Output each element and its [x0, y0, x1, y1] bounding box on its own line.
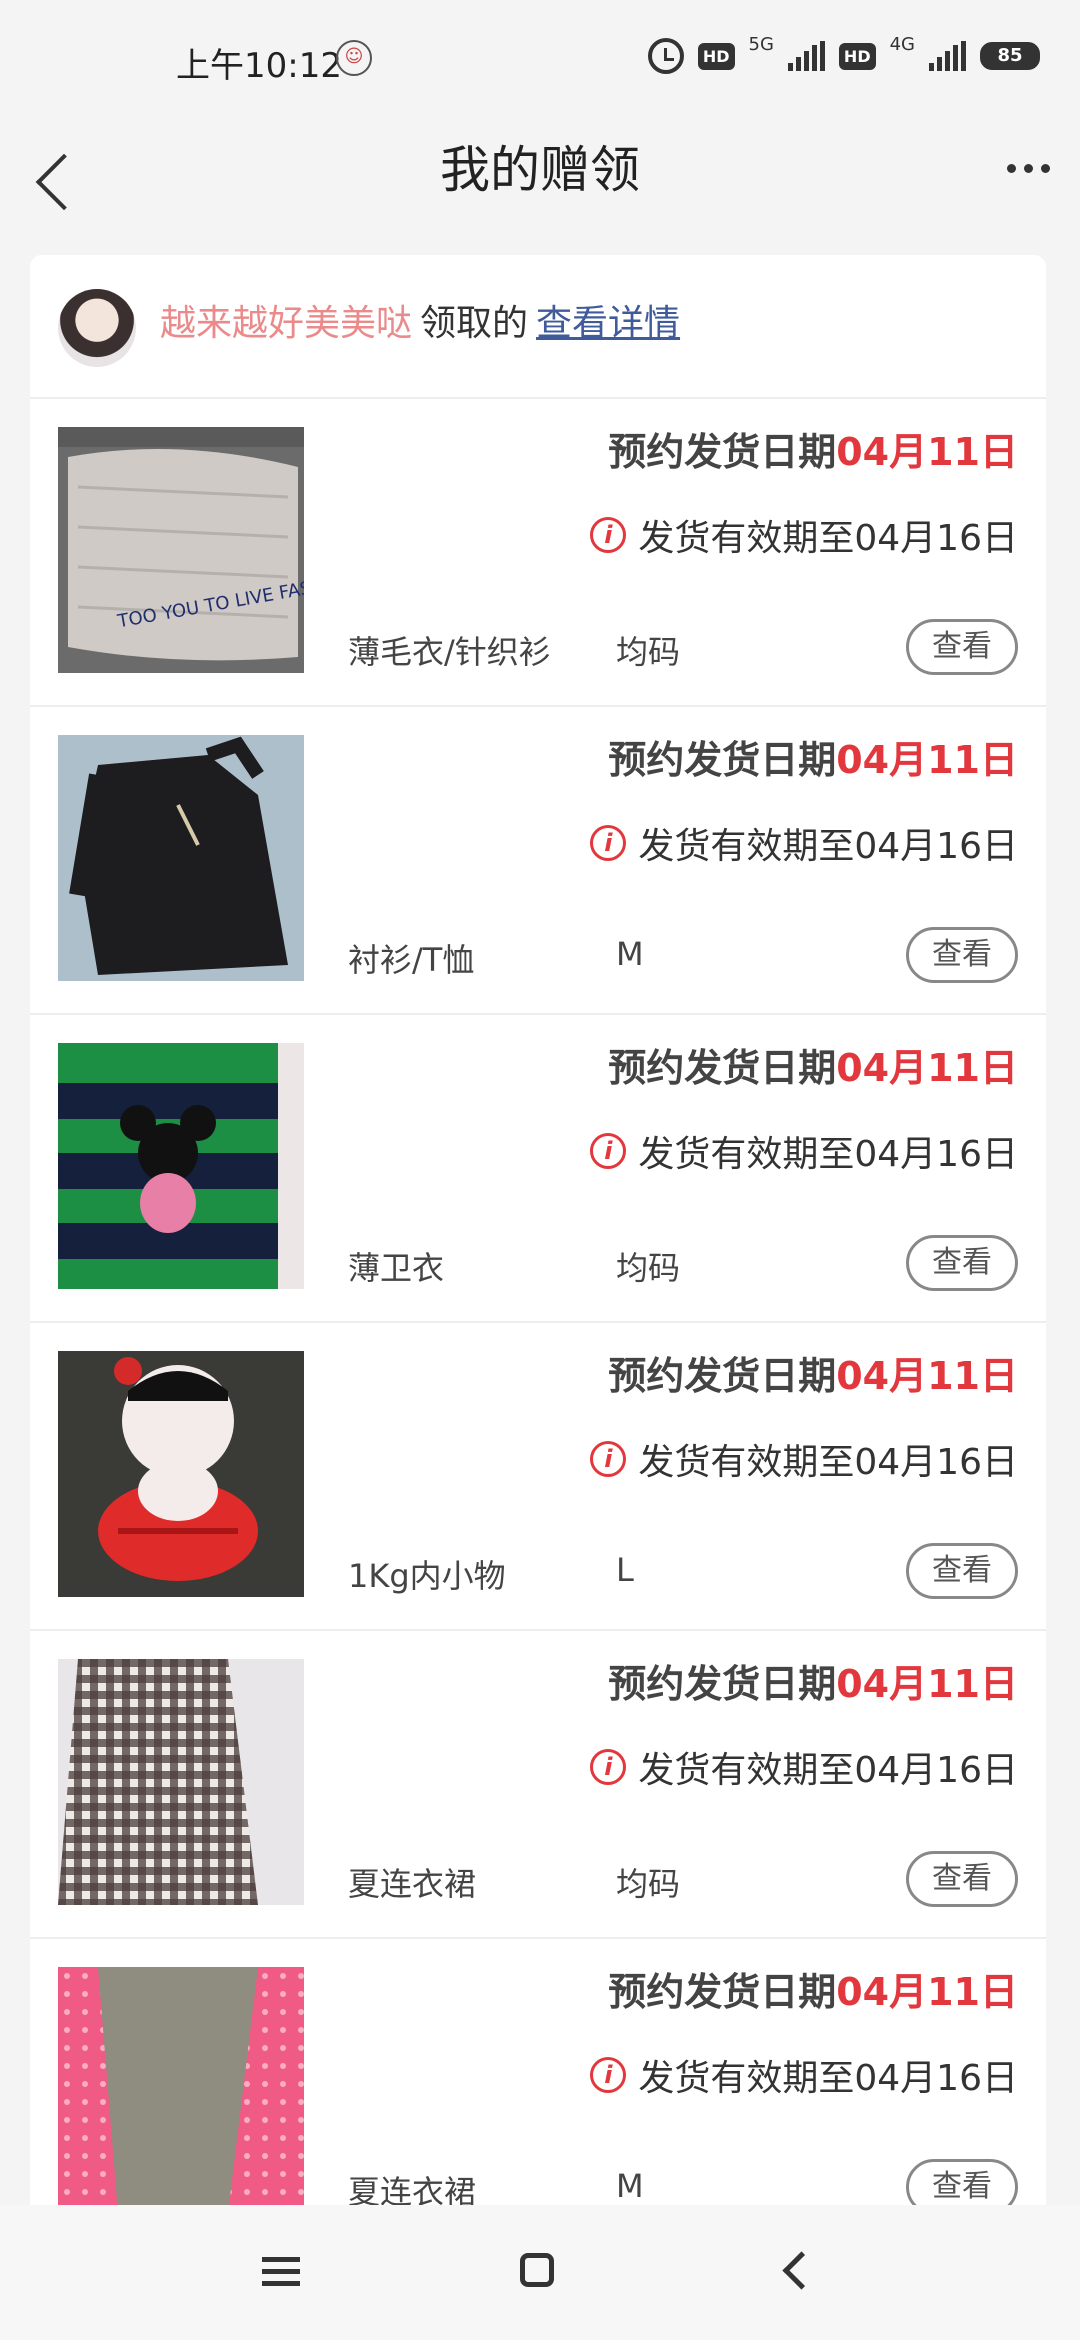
item-category: 1Kg内小物 [348, 1557, 506, 1595]
info-icon: i [590, 1441, 627, 1477]
ship-date: 预约发货日期04月11日 [608, 430, 1018, 474]
list-item[interactable]: 预约发货日期04月11日 i 发货有效期至04月16日 衬衫/T恤 M 查看 [30, 707, 1046, 1015]
view-button[interactable]: 查看 [906, 1235, 1018, 1291]
valid-period: i 发货有效期至04月16日 [590, 817, 1018, 869]
page-title: 我的赠领 [440, 141, 640, 199]
list-item[interactable]: 预约发货日期04月11日 i 发货有效期至04月16日 夏连衣裙 均码 查看 [30, 1631, 1046, 1939]
info-icon: i [590, 825, 627, 861]
ship-date: 预约发货日期04月11日 [608, 1046, 1018, 1090]
giver-name[interactable]: 越来越好美美哒 [160, 303, 412, 344]
item-category: 夏连衣裙 [348, 1865, 477, 1903]
item-category: 薄卫衣 [348, 1249, 445, 1287]
valid-period: i 发货有效期至04月16日 [590, 1125, 1018, 1177]
battery-icon: 85 [980, 42, 1040, 70]
list-item[interactable]: 预约发货日期04月11日 i 发货有效期至04月16日 1Kg内小物 L 查看 [30, 1323, 1046, 1631]
item-category: 薄毛衣/针织衫 [348, 633, 551, 671]
giver-action: 领取的 [420, 303, 529, 344]
valid-period: i 发货有效期至04月16日 [590, 509, 1018, 561]
system-back-icon[interactable] [780, 2255, 808, 2283]
view-button[interactable]: 查看 [906, 619, 1018, 675]
list-item[interactable]: 预约发货日期04月11日 i 发货有效期至04月16日 夏连衣裙 M 查看 [30, 1939, 1046, 2247]
view-details-link[interactable]: 查看详情 [536, 303, 680, 344]
system-nav-bar [0, 2205, 1080, 2340]
item-size: 均码 [616, 1249, 681, 1287]
valid-period: i 发货有效期至04月16日 [590, 1433, 1018, 1485]
valid-period: i 发货有效期至04月16日 [590, 1741, 1018, 1793]
info-icon: i [590, 517, 627, 553]
status-time: 上午10:12 [176, 46, 342, 86]
view-button[interactable]: 查看 [906, 1851, 1018, 1907]
alarm-icon [647, 38, 684, 74]
emoji-notification-icon: ☺ [336, 40, 372, 76]
signal-icon-2 [929, 41, 966, 71]
valid-period: i 发货有效期至04月16日 [590, 2049, 1018, 2101]
list-item[interactable]: TOO YOU TO LIVE FAST 预约发货日期04月11日 i 发货有效期… [30, 399, 1046, 707]
more-options-icon[interactable] [998, 148, 1058, 188]
status-bar: 上午10:12 ☺ HD 5G HD 4G 85 [0, 0, 1080, 110]
ship-date: 预约发货日期04月11日 [608, 1354, 1018, 1398]
info-icon: i [590, 2057, 627, 2093]
view-button[interactable]: 查看 [906, 927, 1018, 983]
item-category: 衬衫/T恤 [348, 941, 475, 979]
network-4g-label: 4G [889, 33, 915, 55]
product-thumbnail[interactable] [58, 1659, 304, 1905]
app-header: 我的赠领 [0, 110, 1080, 260]
gift-card: 越来越好美美哒 领取的 查看详情 TOO YOU TO LIVE FAST 预约发货… [30, 255, 1046, 2255]
ship-date: 预约发货日期04月11日 [608, 1970, 1018, 2014]
product-thumbnail[interactable] [58, 1043, 304, 1289]
giver-line: 越来越好美美哒 领取的 查看详情 [160, 299, 680, 349]
hd-icon: HD [697, 42, 735, 70]
product-thumbnail[interactable] [58, 735, 304, 981]
home-icon[interactable] [520, 2253, 554, 2287]
item-size: M [616, 2167, 644, 2205]
info-icon: i [590, 1133, 627, 1169]
view-button[interactable]: 查看 [906, 1543, 1018, 1599]
product-thumbnail[interactable] [58, 1351, 304, 1597]
item-size: L [616, 1551, 634, 1589]
ship-date: 预约发货日期04月11日 [608, 1662, 1018, 1706]
recent-apps-icon[interactable] [262, 2257, 300, 2287]
info-icon: i [590, 1749, 627, 1785]
product-thumbnail[interactable] [58, 1967, 304, 2213]
ship-date: 预约发货日期04月11日 [608, 738, 1018, 782]
list-item[interactable]: 预约发货日期04月11日 i 发货有效期至04月16日 薄卫衣 均码 查看 [30, 1015, 1046, 1323]
giver-row: 越来越好美美哒 领取的 查看详情 [30, 255, 1046, 399]
avatar[interactable] [58, 289, 136, 367]
item-size: 均码 [616, 1865, 681, 1903]
product-thumbnail[interactable]: TOO YOU TO LIVE FAST [58, 427, 304, 673]
hd-icon-2: HD [838, 42, 876, 70]
status-icons: HD 5G HD 4G 85 [647, 34, 1040, 74]
network-5g-label: 5G [748, 33, 774, 55]
item-size: 均码 [616, 633, 681, 671]
item-size: M [616, 935, 644, 973]
signal-icon [787, 41, 825, 71]
